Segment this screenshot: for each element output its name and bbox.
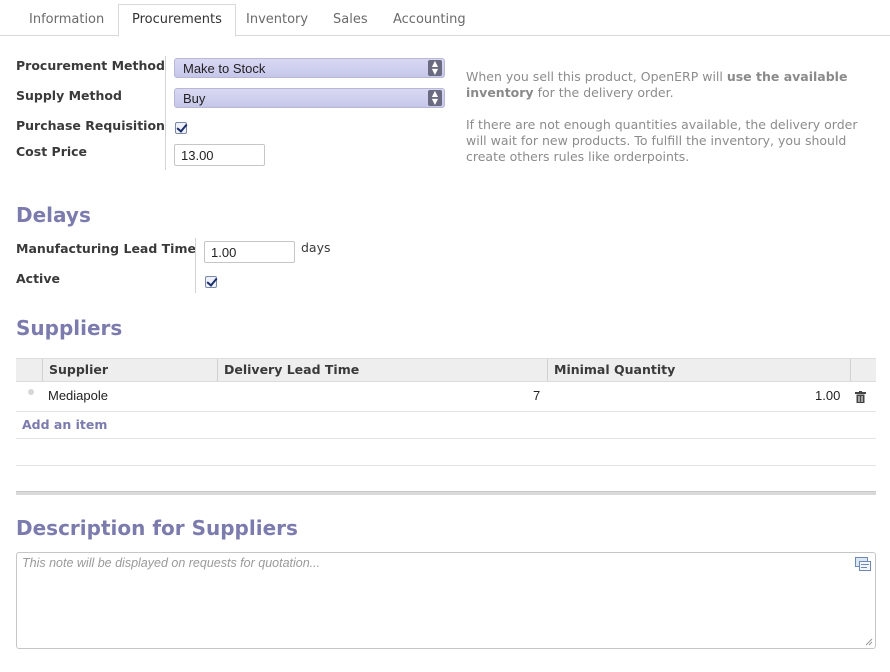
tab-accounting[interactable]: Accounting [380,5,479,35]
tab-inventory[interactable]: Inventory [233,5,321,35]
section-divider [16,491,876,495]
active-checkbox[interactable] [205,276,217,288]
select-arrows-icon: ▲ ▼ [428,90,442,106]
procurement-help-text: When you sell this product, OpenERP will… [466,69,848,100]
translate-icon[interactable] [855,557,871,571]
tab-procurements[interactable]: Procurements [118,4,236,37]
supply-method-label: Supply Method [16,88,122,103]
suppliers-table-header: Supplier Delivery Lead Time Minimal Quan… [16,358,876,382]
description-textarea[interactable]: This note will be displayed on requests … [16,552,876,649]
resize-handle-icon[interactable] [865,638,873,646]
procurement-method-value: Make to Stock [183,61,266,76]
table-row[interactable]: Mediapole 7 1.00 [16,382,876,412]
manufacturing-lead-time-label: Manufacturing Lead Time [16,241,196,256]
suppliers-title: Suppliers [16,316,123,340]
supply-method-value: Buy [183,91,206,106]
purchase-requisition-label: Purchase Requisition [16,118,165,133]
empty-row [16,411,876,439]
procurement-method-select[interactable]: Make to Stock ▲ ▼ [174,58,445,78]
column-minimal-quantity[interactable]: Minimal Quantity [554,359,675,381]
select-arrows-icon: ▲ ▼ [428,60,442,76]
supplier-cell: Mediapole [48,388,108,403]
lead-time-unit: days [301,240,331,255]
supply-method-select[interactable]: Buy ▲ ▼ [174,88,445,108]
trash-icon[interactable] [855,391,866,403]
empty-row [16,438,876,466]
procurement-method-label: Procurement Method [16,58,165,73]
cost-price-label: Cost Price [16,144,88,159]
purchase-requisition-checkbox[interactable] [175,122,187,134]
label-separator [165,56,166,170]
column-delivery-lead-time[interactable]: Delivery Lead Time [224,359,359,381]
description-title: Description for Suppliers [16,516,298,540]
manufacturing-lead-time-input[interactable]: 1.00 [204,241,295,263]
procurement-help-note: If there are not enough quantities avail… [466,117,858,164]
cost-price-input[interactable]: 13.00 [174,144,265,166]
tab-sales[interactable]: Sales [320,5,381,35]
notebook-tabs: Information Procurements Inventory Sales… [0,0,890,37]
minimal-quantity-cell: 1.00 [815,388,841,403]
tab-information[interactable]: Information [16,5,117,35]
label-separator [195,238,196,293]
delays-title: Delays [16,203,91,227]
row-handle-icon [28,389,34,395]
delivery-lead-time-cell: 7 [533,388,541,403]
active-label: Active [16,271,60,286]
column-supplier[interactable]: Supplier [49,359,108,381]
description-placeholder: This note will be displayed on requests … [22,556,321,570]
